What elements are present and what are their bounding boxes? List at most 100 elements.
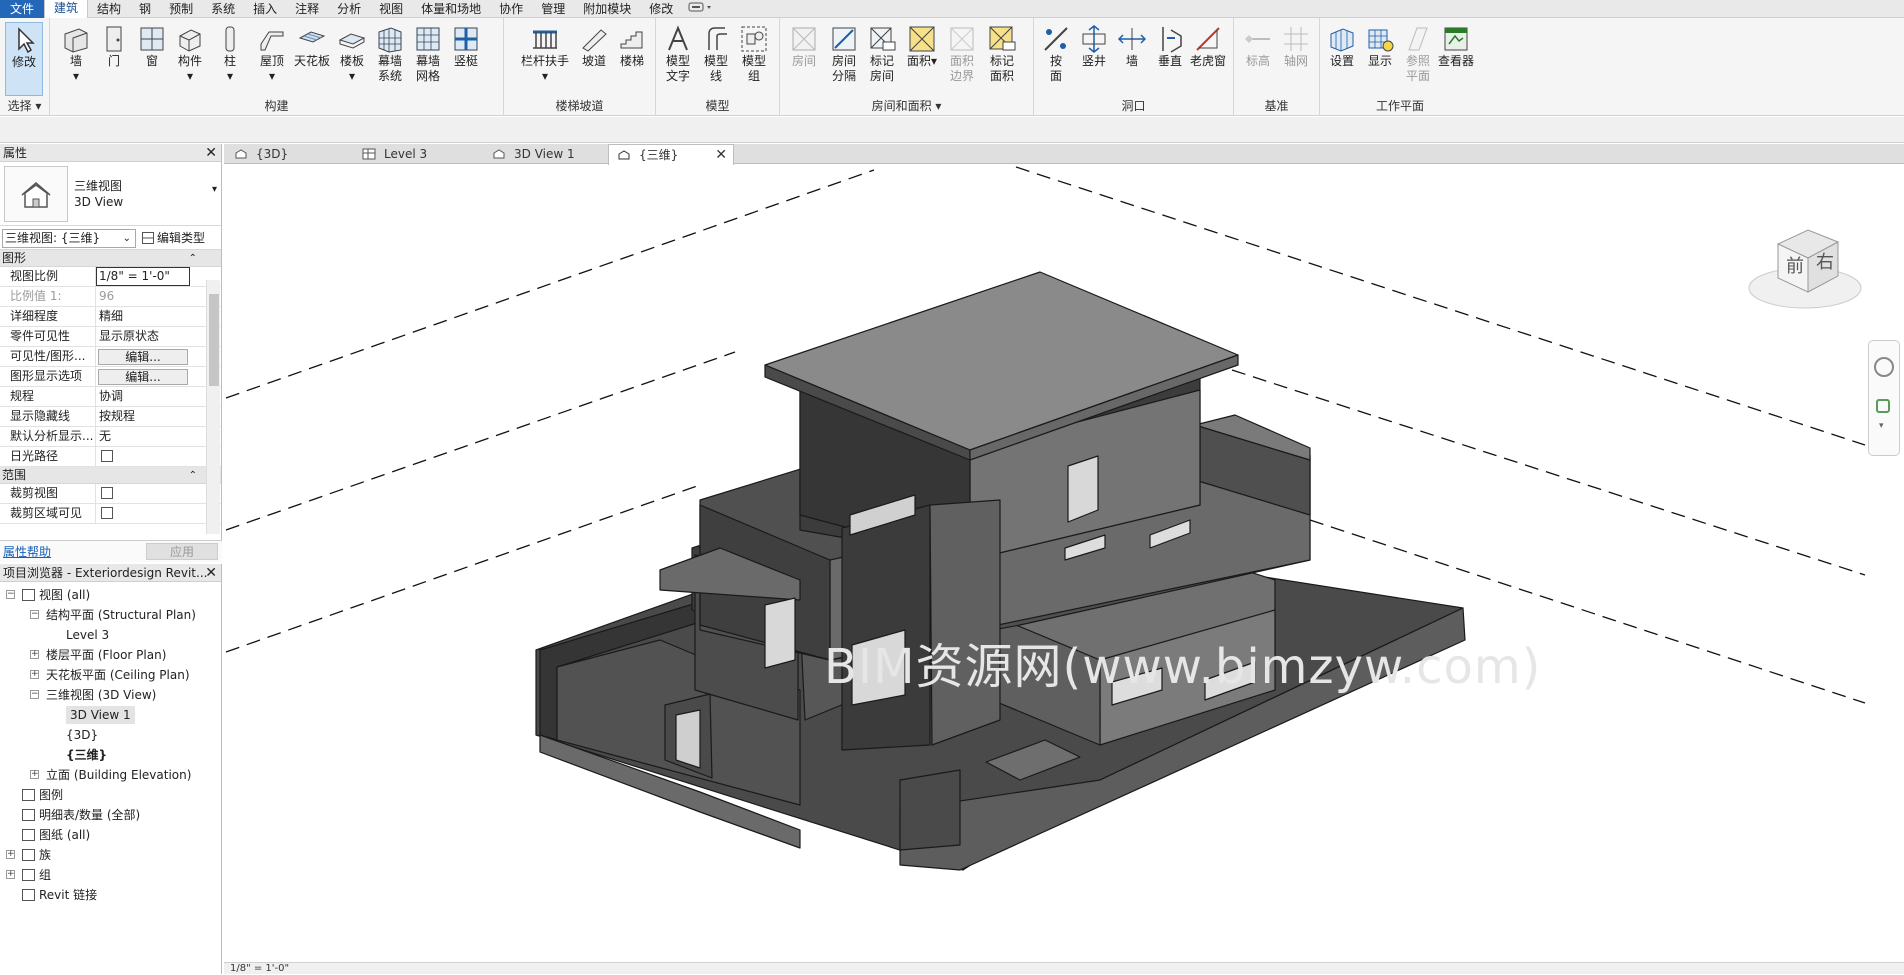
tree-sanwei[interactable]: {三维} bbox=[66, 746, 107, 764]
prop-row-detail-level[interactable]: 详细程度 精细 bbox=[0, 307, 221, 327]
view-cube[interactable]: 前 右 bbox=[1746, 222, 1864, 314]
chevron-down-icon[interactable]: ▾ bbox=[1879, 421, 1884, 431]
tab-modify[interactable]: 修改 bbox=[640, 0, 682, 18]
tab-manage[interactable]: 管理 bbox=[532, 0, 574, 18]
component-button[interactable]: 构件 ▾ bbox=[172, 22, 208, 96]
close-icon[interactable]: ✕ bbox=[205, 564, 217, 582]
railing-button[interactable]: 栏杆扶手 ▾ bbox=[521, 22, 569, 96]
expand-icon[interactable]: + bbox=[6, 870, 15, 879]
zoom-icon[interactable] bbox=[1876, 399, 1890, 413]
steering-wheel-icon[interactable] bbox=[1874, 357, 1894, 377]
stair-button[interactable]: 楼梯 bbox=[614, 22, 650, 96]
collapse-icon[interactable]: − bbox=[30, 690, 39, 699]
model-group-button[interactable]: 模型组 bbox=[736, 22, 772, 96]
prop-row-parts-visibility[interactable]: 零件可见性 显示原状态 bbox=[0, 327, 221, 347]
area-button[interactable]: 面积▾ bbox=[904, 22, 940, 96]
tag-room-button[interactable]: 标记房间 bbox=[864, 22, 900, 96]
tree-views-all[interactable]: 视图 (all) bbox=[22, 586, 90, 604]
view-cube-front-label[interactable]: 前 bbox=[1786, 252, 1804, 278]
tab-precast[interactable]: 预制 bbox=[160, 0, 202, 18]
tab-insert[interactable]: 插入 bbox=[244, 0, 286, 18]
view-tab-level-3[interactable]: Level 3 bbox=[354, 144, 484, 164]
crop-view-checkbox[interactable] bbox=[101, 487, 113, 499]
tab-collaborate[interactable]: 协作 bbox=[490, 0, 532, 18]
modify-button[interactable]: 修改 bbox=[5, 22, 43, 96]
close-tab-icon[interactable]: ✕ bbox=[715, 145, 727, 165]
sun-path-checkbox[interactable] bbox=[101, 450, 113, 462]
view-tab-3d-view-1[interactable]: 3D View 1 bbox=[484, 144, 614, 164]
group-title-room-area[interactable]: 房间和面积 ▾ bbox=[780, 97, 1033, 114]
room-separator-button[interactable]: 房间分隔 bbox=[826, 22, 862, 96]
tree-level-3[interactable]: Level 3 bbox=[66, 626, 109, 644]
tab-analyze[interactable]: 分析 bbox=[328, 0, 370, 18]
expand-icon[interactable]: + bbox=[30, 650, 39, 659]
expand-icon[interactable]: + bbox=[30, 670, 39, 679]
ribbon-toggle-icon[interactable] bbox=[682, 0, 722, 18]
prop-row-discipline[interactable]: 规程 协调 bbox=[0, 387, 221, 407]
tag-area-button[interactable]: 标记面积 bbox=[984, 22, 1020, 96]
tree-ceiling-plan[interactable]: 天花板平面 (Ceiling Plan) bbox=[46, 666, 190, 684]
tab-massing-site[interactable]: 体量和场地 bbox=[412, 0, 490, 18]
properties-scrollbar[interactable] bbox=[206, 280, 220, 534]
view-tab-sanwei[interactable]: {三维} ✕ bbox=[608, 144, 734, 165]
section-graphics[interactable]: 图形 ⌃ bbox=[0, 250, 221, 267]
close-icon[interactable]: ✕ bbox=[205, 144, 217, 162]
tree-building-elevation[interactable]: 立面 (Building Elevation) bbox=[46, 766, 191, 784]
tree-structural-plan[interactable]: 结构平面 (Structural Plan) bbox=[46, 606, 196, 624]
tree-3d-view-1[interactable]: 3D View 1 bbox=[66, 706, 135, 724]
column-button[interactable]: 柱 ▾ bbox=[212, 22, 248, 96]
dropdown-arrow-icon[interactable]: ▾ bbox=[212, 184, 217, 195]
viewer-button[interactable]: 查看器 bbox=[1438, 22, 1474, 96]
view-canvas[interactable]: BIM资源网(www.bimzyw.com) bbox=[224, 165, 1904, 970]
room-button[interactable]: 房间 bbox=[786, 22, 822, 96]
view-scale-input[interactable]: 1/8" = 1'-0" bbox=[96, 267, 190, 286]
tree-3d-view[interactable]: 三维视图 (3D View) bbox=[46, 686, 156, 704]
collapse-icon[interactable]: − bbox=[6, 590, 15, 599]
tab-architecture[interactable]: 建筑 bbox=[44, 0, 89, 18]
prop-row-hidden-lines[interactable]: 显示隐藏线 按规程 bbox=[0, 407, 221, 427]
grid-button[interactable]: 轴网 bbox=[1278, 22, 1314, 96]
tree-sheets[interactable]: 图纸 (all) bbox=[22, 826, 90, 844]
tab-systems[interactable]: 系统 bbox=[202, 0, 244, 18]
tree-revit-links[interactable]: Revit 链接 bbox=[22, 886, 97, 904]
group-title-select[interactable]: 选择 ▾ bbox=[0, 97, 49, 114]
mullion-button[interactable]: 竖梃 bbox=[448, 22, 484, 96]
view-cube-right-label[interactable]: 右 bbox=[1816, 248, 1834, 274]
model-line-button[interactable]: 模型线 bbox=[698, 22, 734, 96]
tab-view[interactable]: 视图 bbox=[370, 0, 412, 18]
roof-button[interactable]: 屋顶 ▾ bbox=[254, 22, 290, 96]
ceiling-button[interactable]: 天花板 bbox=[294, 22, 330, 96]
view-instance-select[interactable]: 三维视图: {三维} ⌄ bbox=[2, 229, 136, 248]
tree-legends[interactable]: 图例 bbox=[22, 786, 63, 804]
tree-3d[interactable]: {3D} bbox=[66, 726, 98, 744]
properties-help-link[interactable]: 属性帮助 bbox=[3, 543, 51, 560]
show-workplane-button[interactable]: 显示 bbox=[1362, 22, 1398, 96]
tree-groups[interactable]: 组 bbox=[22, 866, 51, 884]
expand-icon[interactable]: + bbox=[6, 850, 15, 859]
tree-families[interactable]: 族 bbox=[22, 846, 51, 864]
tab-structure[interactable]: 结构 bbox=[88, 0, 130, 18]
area-boundary-button[interactable]: 面积边界 bbox=[944, 22, 980, 96]
edit-type-button[interactable]: 编辑类型 bbox=[142, 229, 220, 248]
visibility-edit-button[interactable]: 编辑... bbox=[98, 349, 188, 365]
crop-region-checkbox[interactable] bbox=[101, 507, 113, 519]
graphic-display-edit-button[interactable]: 编辑... bbox=[98, 369, 188, 385]
apply-button[interactable]: 应用 bbox=[146, 543, 218, 560]
tree-schedules[interactable]: 明细表/数量 (全部) bbox=[22, 806, 140, 824]
type-selector[interactable]: 三维视图 3D View ▾ bbox=[0, 162, 221, 226]
floor-button[interactable]: 楼板 ▾ bbox=[334, 22, 370, 96]
model-text-button[interactable]: 模型文字 bbox=[660, 22, 696, 96]
tab-steel[interactable]: 钢 bbox=[130, 0, 160, 18]
tab-addins[interactable]: 附加模块 bbox=[574, 0, 640, 18]
tree-floor-plan[interactable]: 楼层平面 (Floor Plan) bbox=[46, 646, 166, 664]
dormer-button[interactable]: 老虎窗 bbox=[1190, 22, 1226, 96]
curtain-system-button[interactable]: 幕墙系统 bbox=[372, 22, 408, 96]
view-tab-3d[interactable]: {3D} bbox=[226, 144, 356, 164]
expand-icon[interactable]: + bbox=[30, 770, 39, 779]
tab-file[interactable]: 文件 bbox=[0, 0, 45, 18]
prop-row-analysis-display[interactable]: 默认分析显示... 无 bbox=[0, 427, 221, 447]
view-scale-status[interactable]: 1/8" = 1'-0" bbox=[230, 963, 289, 974]
section-extents[interactable]: 范围 ⌃ bbox=[0, 467, 221, 484]
collapse-icon[interactable]: − bbox=[30, 610, 39, 619]
tab-annotate[interactable]: 注释 bbox=[286, 0, 328, 18]
